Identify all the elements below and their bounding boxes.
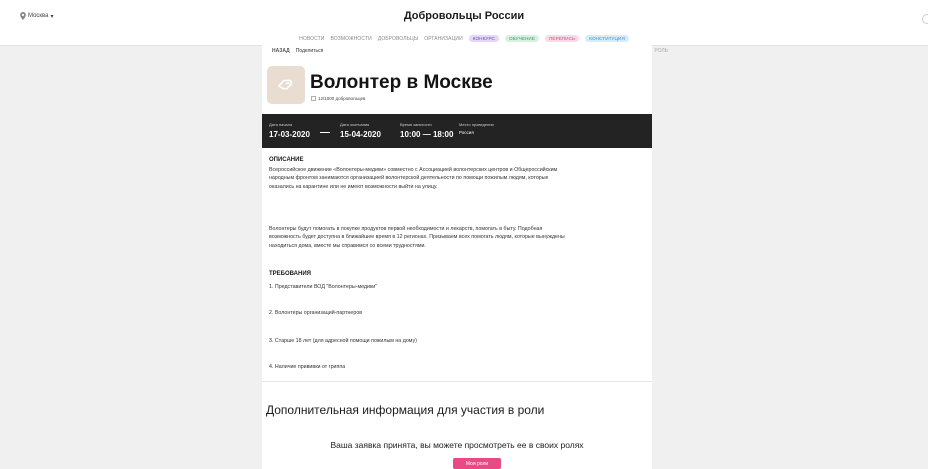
requirement-item: 3. Старше 18 лет (для адресной помощи по… bbox=[269, 338, 417, 344]
share-link[interactable]: Поделиться bbox=[296, 48, 324, 54]
end-date-label: Дата окончания bbox=[340, 122, 370, 127]
start-date-block: Дата начала 17-03-2020 bbox=[269, 122, 310, 139]
requirements-heading: ТРЕБОВАНИЯ bbox=[269, 271, 311, 277]
back-link[interactable]: НАЗАД bbox=[272, 48, 290, 54]
start-date-value: 17-03-2020 bbox=[269, 130, 310, 139]
time-separator: — bbox=[422, 130, 433, 139]
top-header: Москва ▾ Добровольцы России НОВОСТИ ВОЗМ… bbox=[0, 0, 928, 46]
time-block: Время занятости 10:00 — 18:00 bbox=[400, 122, 453, 139]
user-avatar[interactable] bbox=[922, 14, 928, 24]
people-icon bbox=[311, 96, 316, 101]
site-title[interactable]: Добровольцы России bbox=[0, 10, 928, 22]
event-card: НАЗАД Поделиться РОЛЬ Волонтер в Москве … bbox=[262, 44, 668, 469]
participants-count: 12/1000 добровольцев bbox=[311, 96, 365, 101]
nav-item-news[interactable]: НОВОСТИ bbox=[299, 36, 324, 42]
requirement-item: 1. Представители ВОД "Волонтеры-медики" bbox=[269, 284, 378, 290]
event-logo bbox=[267, 66, 305, 104]
place-block: Место проведения Россия bbox=[459, 122, 494, 135]
requirement-item: 4. Наличие прививки от гриппа bbox=[269, 364, 346, 370]
main-nav: НОВОСТИ ВОЗМОЖНОСТИ ДОБРОВОЛЬЦЫ ОРГАНИЗА… bbox=[0, 35, 928, 42]
nav-pill-training[interactable]: ОБУЧЕНИЕ bbox=[504, 35, 539, 42]
nav-item-opportunities[interactable]: ВОЗМОЖНОСТИ bbox=[330, 36, 371, 42]
card-toolbar: НАЗАД Поделиться bbox=[272, 48, 323, 54]
time-label: Время занятости bbox=[400, 122, 432, 127]
start-date-label: Дата начала bbox=[269, 122, 293, 127]
description-paragraph-1: Всероссийское движение «Волонтеры-медики… bbox=[269, 167, 558, 190]
nav-pill-contest[interactable]: КОНКУРС bbox=[468, 35, 499, 42]
place-label: Место проведения bbox=[459, 122, 494, 127]
date-separator bbox=[320, 132, 330, 133]
end-date-value: 15-04-2020 bbox=[340, 130, 381, 139]
nav-pill-census[interactable]: ПЕРЕПИСЬ bbox=[545, 35, 580, 42]
heart-hand-icon bbox=[277, 79, 293, 90]
description-heading: ОПИСАНИЕ bbox=[269, 157, 304, 163]
my-roles-button[interactable]: Мои роли bbox=[453, 458, 501, 469]
event-details-band: Дата начала 17-03-2020 Дата окончания 15… bbox=[262, 114, 652, 148]
time-from: 10:00 bbox=[400, 130, 421, 139]
requirement-item: 2. Волонтеры организаций-партнеров bbox=[269, 310, 363, 316]
nav-pill-constitution[interactable]: КОНСТИТУЦИЯ bbox=[585, 35, 629, 42]
place-value: Россия bbox=[459, 130, 474, 135]
participants-label: 12/1000 добровольцев bbox=[318, 96, 366, 101]
event-title: Волонтер в Москве bbox=[310, 72, 493, 93]
nav-item-organizations[interactable]: ОРГАНИЗАЦИИ bbox=[424, 36, 462, 42]
application-accepted-message: Ваша заявка принята, вы можете просмотре… bbox=[330, 440, 584, 450]
end-date-block: Дата окончания 15-04-2020 bbox=[340, 122, 381, 139]
nav-item-volunteers[interactable]: ДОБРОВОЛЬЦЫ bbox=[378, 36, 418, 42]
role-tab[interactable]: РОЛЬ bbox=[654, 48, 668, 54]
time-to: 18:00 bbox=[432, 130, 454, 139]
extra-info-title: Дополнительная информация для участия в … bbox=[266, 403, 545, 417]
description-paragraph-2: Волонтеры будут помогать в покупке проду… bbox=[269, 226, 565, 249]
section-divider bbox=[262, 381, 652, 382]
time-value: 10:00 — 18:00 bbox=[400, 130, 453, 139]
